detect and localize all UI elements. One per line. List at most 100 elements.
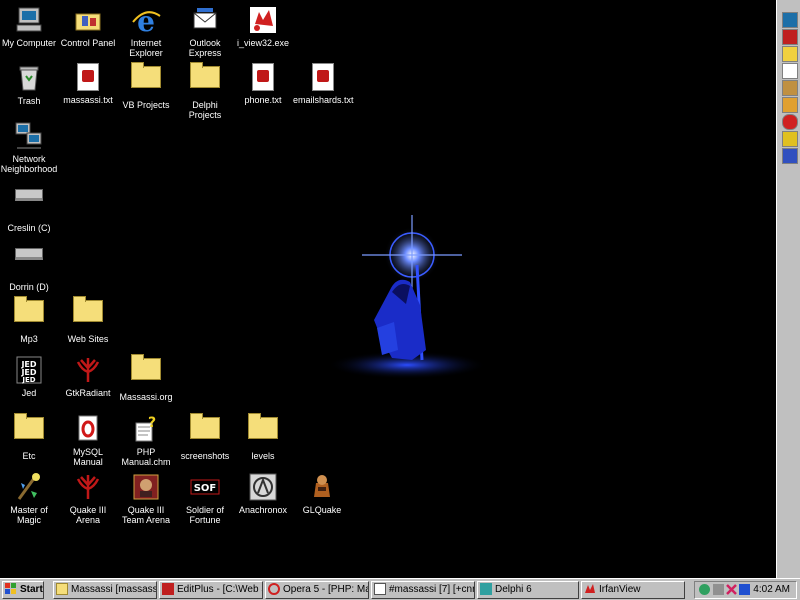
desktop-icon-label: Control Panel: [60, 38, 116, 48]
folder-icon: [190, 62, 220, 88]
desktop-icon-label: Internet Explorer: [129, 38, 163, 58]
desktop-icon-label: Soldier of Fortune: [185, 505, 225, 525]
tray-cross-icon[interactable]: [726, 584, 737, 595]
quick-launch-toolbox-icon[interactable]: [782, 29, 798, 45]
start-button[interactable]: Start: [2, 581, 44, 599]
desktop-icon-label: screenshots: [180, 451, 230, 461]
desktop-icon-jed[interactable]: JED JED JED Jed: [0, 352, 58, 398]
quake3-icon: [72, 471, 104, 503]
taskbar-button-label: Delphi 6: [495, 584, 532, 595]
desktop-icon-dorrin-d[interactable]: Dorrin (D): [0, 236, 58, 292]
desktop-icon-label: VB Projects: [122, 100, 170, 110]
taskbar-button-massassi[interactable]: Massassi [massassi....: [53, 581, 157, 599]
quick-launch-key-icon[interactable]: [782, 131, 798, 147]
irc-icon: [374, 583, 386, 596]
clock[interactable]: 4:02 AM: [753, 582, 790, 598]
desktop-icon-control-panel[interactable]: Control Panel: [59, 2, 117, 48]
quick-launch-tools-icon[interactable]: [782, 80, 798, 96]
text-file-icon: [77, 63, 99, 91]
svg-text:SOF: SOF: [194, 483, 217, 494]
tray-app-icon[interactable]: [739, 584, 750, 595]
desktop-icon-i-view32[interactable]: i_view32.exe: [234, 2, 292, 48]
desktop-icon-label: i_view32.exe: [236, 38, 290, 48]
desktop-icon-mp3[interactable]: Mp3: [0, 294, 58, 344]
quake3-team-arena-icon: [130, 471, 162, 503]
desktop-icon-quake3-team-arena[interactable]: Quake III Team Arena: [117, 469, 175, 525]
desktop-icon-my-computer[interactable]: My Computer: [0, 2, 58, 48]
quick-launch-document-icon[interactable]: [782, 63, 798, 79]
taskbar-button-irfanview[interactable]: IrfanView: [581, 581, 685, 599]
desktop-icon-gtkradiant[interactable]: GtkRadiant: [59, 352, 117, 398]
tray-gear-icon[interactable]: [713, 584, 724, 595]
soldier-of-fortune-icon: SOF: [189, 471, 221, 503]
desktop-icon-phone-txt[interactable]: phone.txt: [234, 60, 292, 105]
drive-icon: [15, 189, 43, 201]
desktop-icon-master-of-magic[interactable]: Master of Magic: [0, 469, 58, 525]
desktop-icon-screenshots[interactable]: screenshots: [176, 411, 234, 461]
desktop-icon-creslin-c[interactable]: Creslin (C): [0, 177, 58, 233]
outlook-express-icon: [189, 4, 221, 36]
desktop-icon-trash[interactable]: Trash: [0, 60, 58, 106]
quick-launch-opera-icon[interactable]: [782, 114, 798, 130]
taskbar-button-label: #massassi [7] [+cnrt]...: [389, 584, 475, 595]
windows-logo-icon: [5, 583, 17, 595]
desktop-icon-label: Mp3: [20, 334, 38, 344]
desktop-icon-levels[interactable]: levels: [234, 411, 292, 461]
quick-launch-app-icon[interactable]: [782, 97, 798, 113]
desktop-icon-massassi-org[interactable]: Massassi.org: [117, 352, 175, 402]
master-of-magic-icon: [13, 471, 45, 503]
jed-icon: JED JED JED: [13, 354, 45, 386]
desktop-icon-php-manual[interactable]: ? PHP Manual.chm: [117, 411, 175, 467]
desktop-icon-network-neighborhood[interactable]: Network Neighborhood: [0, 118, 58, 174]
desktop-icon-delphi-projects[interactable]: Delphi Projects: [176, 60, 234, 120]
taskbar-button-delphi[interactable]: Delphi 6: [477, 581, 579, 599]
taskbar-button-editplus[interactable]: EditPlus - [C:\Web S...: [159, 581, 263, 599]
desktop-icon-label: Network Neighborhood: [0, 154, 58, 174]
desktop-icon-label: Massassi.org: [119, 392, 173, 402]
desktop-icon-internet-explorer[interactable]: e Internet Explorer: [117, 2, 175, 58]
desktop-icon-soldier-of-fortune[interactable]: SOF Soldier of Fortune: [176, 469, 234, 525]
svg-text:?: ?: [148, 415, 156, 431]
anachronox-icon: [247, 471, 279, 503]
system-tray: 4:02 AM: [694, 581, 797, 599]
taskbar-button-opera[interactable]: Opera 5 - [PHP: Man...: [265, 581, 369, 599]
my-computer-icon: [13, 4, 45, 36]
desktop-icon-emailshards-txt[interactable]: emailshards.txt: [293, 60, 354, 105]
quick-launch-monitor-icon[interactable]: [782, 12, 798, 28]
desktop: My Computer Control Panel e Internet Exp…: [0, 0, 776, 578]
desktop-icon-label: levels: [251, 451, 275, 461]
desktop-icon-label: Quake III Arena: [69, 505, 107, 525]
desktop-icon-web-sites[interactable]: Web Sites: [59, 294, 117, 344]
folder-icon: [131, 62, 161, 88]
quick-launch-delphi-icon[interactable]: [782, 148, 798, 164]
drive-icon: [15, 248, 43, 260]
desktop-icon-label: phone.txt: [244, 95, 282, 105]
desktop-icon-vb-projects[interactable]: VB Projects: [117, 60, 175, 110]
desktop-icon-label: PHP Manual.chm: [121, 447, 171, 467]
folder-icon: [248, 413, 278, 439]
desktop-icon-mysql-manual[interactable]: MySQL Manual: [59, 411, 117, 467]
desktop-icon-label: GtkRadiant: [65, 388, 111, 398]
desktop-icon-etc[interactable]: Etc: [0, 411, 58, 461]
quick-launch-bar: [776, 0, 800, 578]
desktop-icon-label: Outlook Express: [188, 38, 222, 58]
desktop-icon-label: Delphi Projects: [188, 100, 222, 120]
gtkradiant-icon: [72, 354, 104, 386]
desktop-icon-outlook-express[interactable]: Outlook Express: [176, 2, 234, 58]
desktop-icon-label: Etc: [22, 451, 36, 461]
desktop-icon-massassi-txt[interactable]: massassi.txt: [59, 60, 117, 105]
desktop-icon-quake3[interactable]: Quake III Arena: [59, 469, 117, 525]
desktop-icon-label: Web Sites: [67, 334, 109, 344]
internet-explorer-icon: e: [130, 4, 162, 38]
desktop-icon-anachronox[interactable]: Anachronox: [234, 469, 292, 515]
tray-network-icon[interactable]: [699, 584, 710, 595]
folder-icon: [14, 296, 44, 322]
desktop-icon-glquake[interactable]: GLQuake: [293, 469, 351, 515]
desktop-icon-label: massassi.txt: [63, 95, 113, 105]
taskbar-button-irc[interactable]: #massassi [7] [+cnrt]...: [371, 581, 475, 599]
taskbar-button-label: Massassi [massassi....: [71, 584, 156, 595]
folder-icon: [131, 354, 161, 380]
quick-launch-folder-icon[interactable]: [782, 46, 798, 62]
folder-icon: [73, 296, 103, 322]
opera-icon: [268, 583, 280, 596]
